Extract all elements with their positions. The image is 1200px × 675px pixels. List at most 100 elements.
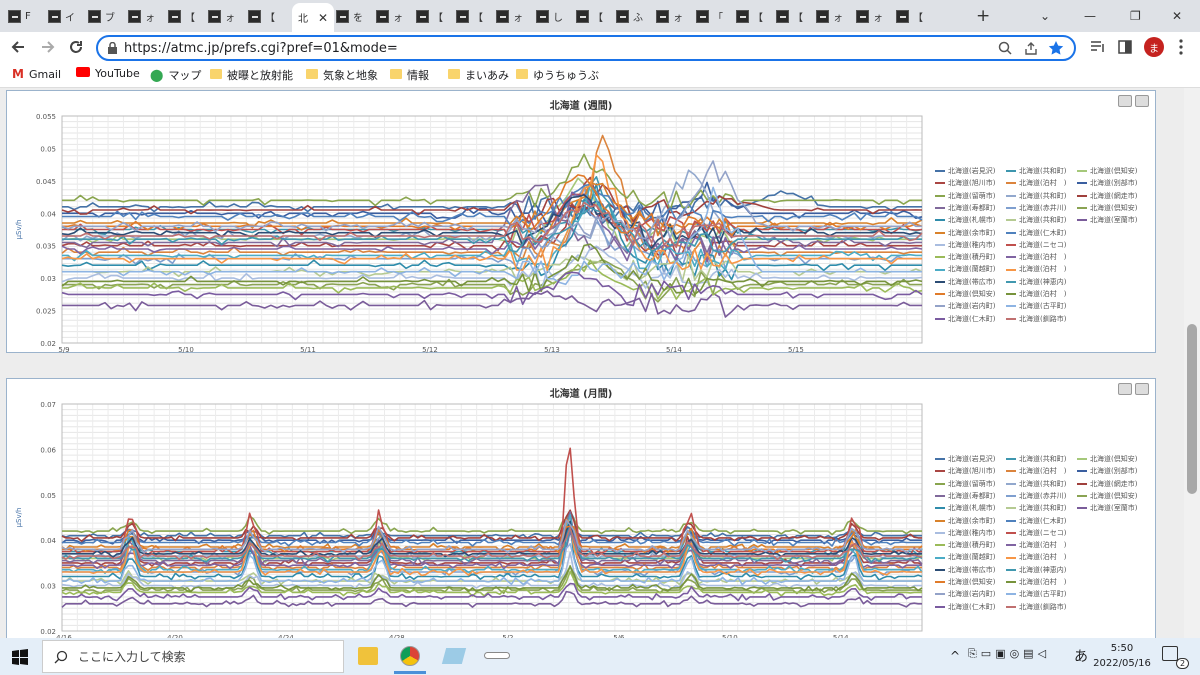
forward-arrow-icon[interactable] bbox=[40, 39, 56, 55]
legend-entry[interactable]: 北海道(共和町) bbox=[1006, 478, 1066, 490]
legend-entry[interactable]: 北海道(釧路市) bbox=[1006, 313, 1066, 325]
legend-entry[interactable]: 北海道(帯広市) bbox=[935, 276, 995, 288]
tab[interactable]: ブ bbox=[88, 6, 115, 26]
legend-entry[interactable]: 北海道(泊村 ) bbox=[1006, 288, 1066, 300]
legend-entry[interactable]: 北海道(古平町) bbox=[1006, 588, 1066, 600]
legend-entry[interactable]: 北海道(共和町) bbox=[1006, 502, 1066, 514]
legend-entry[interactable]: 北海道(別部市) bbox=[1077, 465, 1137, 477]
legend-entry[interactable]: 北海道(泊村 ) bbox=[1006, 177, 1066, 189]
bookmark-item[interactable]: 気象と地象 bbox=[306, 67, 378, 83]
legend-entry[interactable]: 北海道(泊村 ) bbox=[1006, 539, 1066, 551]
file-explorer-icon[interactable] bbox=[358, 647, 378, 665]
reload-icon[interactable] bbox=[68, 39, 84, 55]
legend-entry[interactable]: 北海道(共和町) bbox=[1006, 453, 1066, 465]
legend-entry[interactable]: 北海道(赤井川) bbox=[1006, 490, 1066, 502]
legend-entry[interactable]: 北海道(共和町) bbox=[1006, 165, 1066, 177]
ime-indicator[interactable]: あ bbox=[1074, 646, 1088, 666]
tab[interactable]: ォ bbox=[816, 6, 843, 26]
legend-entry[interactable]: 北海道(倶知安) bbox=[935, 576, 995, 588]
legend-entry[interactable]: 北海道(共和町) bbox=[1006, 214, 1066, 226]
legend-entry[interactable]: 北海道(岩見沢) bbox=[935, 165, 995, 177]
legend-entry[interactable]: 北海道(岩内町) bbox=[935, 300, 995, 312]
bookmark-item[interactable]: ⬤ マップ bbox=[150, 67, 201, 83]
legend-entry[interactable]: 北海道(仁木町) bbox=[1006, 227, 1066, 239]
legend-entry[interactable]: 北海道(倶知安) bbox=[1077, 453, 1137, 465]
legend-entry[interactable]: 北海道(札幌市) bbox=[935, 214, 995, 226]
legend-entry[interactable]: 北海道(積丹町) bbox=[935, 539, 995, 551]
tab[interactable]: 【 bbox=[776, 6, 803, 26]
download-icon[interactable] bbox=[1135, 95, 1149, 107]
legend-entry[interactable]: 北海道(余市町) bbox=[935, 515, 995, 527]
legend-entry[interactable]: 北海道(寿都町) bbox=[935, 202, 995, 214]
legend-entry[interactable]: 北海道(網走市) bbox=[1077, 478, 1137, 490]
tab[interactable]: 【 bbox=[248, 6, 275, 26]
tab[interactable]: ォ bbox=[656, 6, 683, 26]
tab[interactable]: 【 bbox=[576, 6, 603, 26]
legend-entry[interactable]: 北海道(泊村 ) bbox=[1006, 251, 1066, 263]
legend-entry[interactable]: 北海道(留萌市) bbox=[935, 478, 995, 490]
legend-entry[interactable]: 北海道(寿都町) bbox=[935, 490, 995, 502]
tab[interactable]: ォ bbox=[128, 6, 155, 26]
legend-entry[interactable]: 北海道(仁木町) bbox=[935, 313, 995, 325]
bookmark-item[interactable]: ゆうちゅうぶ bbox=[516, 67, 599, 83]
window-close-icon[interactable]: ✕ bbox=[1172, 6, 1182, 26]
legend-entry[interactable]: 北海道(ニセコ) bbox=[1006, 527, 1066, 539]
legend-entry[interactable]: 北海道(泊村 ) bbox=[1006, 551, 1066, 563]
notepad-icon[interactable] bbox=[441, 648, 467, 664]
legend-entry[interactable]: 北海道(網走市) bbox=[1077, 190, 1137, 202]
legend-entry[interactable]: 北海道(共和町) bbox=[1006, 190, 1066, 202]
minimize-icon[interactable]: — bbox=[1084, 6, 1096, 26]
legend-entry[interactable]: 北海道(稚内市) bbox=[935, 239, 995, 251]
tab[interactable]: F bbox=[8, 6, 31, 26]
legend-entry[interactable]: 北海道(ニセコ) bbox=[1006, 239, 1066, 251]
tab[interactable]: 【 bbox=[168, 6, 195, 26]
tab[interactable]: を bbox=[336, 6, 363, 26]
bookmark-item[interactable]: YouTube bbox=[76, 67, 140, 80]
legend-entry[interactable]: 北海道(倶知安) bbox=[1077, 490, 1137, 502]
tab[interactable]: 【 bbox=[456, 6, 483, 26]
system-tray-icons[interactable]: ⎘▭▣◎▤◁ bbox=[968, 647, 1050, 661]
tab[interactable]: イ bbox=[48, 6, 75, 26]
taskbar-search-box[interactable]: ここに入力して検索 bbox=[42, 640, 344, 673]
legend-entry[interactable]: 北海道(室蘭市) bbox=[1077, 502, 1137, 514]
bookmark-item[interactable]: 情報 bbox=[390, 67, 429, 83]
legend-entry[interactable]: 北海道(神恵内) bbox=[1006, 276, 1066, 288]
legend-entry[interactable]: 北海道(神恵内) bbox=[1006, 564, 1066, 576]
tab[interactable]: ふ bbox=[616, 6, 643, 26]
tab[interactable]: ォ bbox=[376, 6, 403, 26]
legend-entry[interactable]: 北海道(蘭越町) bbox=[935, 263, 995, 275]
download-icon[interactable] bbox=[1135, 383, 1149, 395]
back-arrow-icon[interactable] bbox=[10, 39, 26, 55]
pen-app-icon[interactable] bbox=[484, 652, 510, 659]
legend-entry[interactable]: 北海道(余市町) bbox=[935, 227, 995, 239]
chevron-up-icon[interactable]: ^ bbox=[950, 649, 960, 663]
legend-entry[interactable]: 北海道(帯広市) bbox=[935, 564, 995, 576]
legend-entry[interactable]: 北海道(仁木町) bbox=[935, 601, 995, 613]
chevron-down-icon[interactable]: ⌄ bbox=[1040, 6, 1050, 26]
restore-icon[interactable]: ❐ bbox=[1130, 6, 1141, 26]
bookmark-item[interactable]: まいあみ bbox=[448, 67, 509, 83]
new-tab-plus-icon[interactable]: + bbox=[976, 6, 990, 26]
legend-entry[interactable]: 北海道(倶知安) bbox=[1077, 165, 1137, 177]
legend-entry[interactable]: 北海道(仁木町) bbox=[1006, 515, 1066, 527]
tab[interactable]: し bbox=[536, 6, 563, 26]
chrome-icon[interactable] bbox=[400, 646, 420, 666]
tab[interactable]: 「 bbox=[696, 6, 723, 26]
legend-entry[interactable]: 北海道(泊村 ) bbox=[1006, 465, 1066, 477]
tab[interactable]: ォ bbox=[496, 6, 523, 26]
legend-entry[interactable]: 北海道(旭川市) bbox=[935, 177, 995, 189]
legend-entry[interactable]: 北海道(旭川市) bbox=[935, 465, 995, 477]
print-icon[interactable] bbox=[1118, 95, 1132, 107]
tab[interactable]: ォ bbox=[856, 6, 883, 26]
tab[interactable]: 【 bbox=[896, 6, 923, 26]
legend-entry[interactable]: 北海道(室蘭市) bbox=[1077, 214, 1137, 226]
share-icon[interactable] bbox=[1024, 41, 1038, 55]
page-scrollbar[interactable] bbox=[1184, 88, 1200, 638]
legend-entry[interactable]: 北海道(倶知安) bbox=[1077, 202, 1137, 214]
legend-entry[interactable]: 北海道(釧路市) bbox=[1006, 601, 1066, 613]
clock[interactable]: 5:50 2022/05/16 bbox=[1092, 641, 1152, 671]
legend-entry[interactable]: 北海道(岩見沢) bbox=[935, 453, 995, 465]
tab[interactable]: 【 bbox=[736, 6, 763, 26]
scrollbar-thumb[interactable] bbox=[1187, 324, 1197, 494]
legend-entry[interactable]: 北海道(札幌市) bbox=[935, 502, 995, 514]
